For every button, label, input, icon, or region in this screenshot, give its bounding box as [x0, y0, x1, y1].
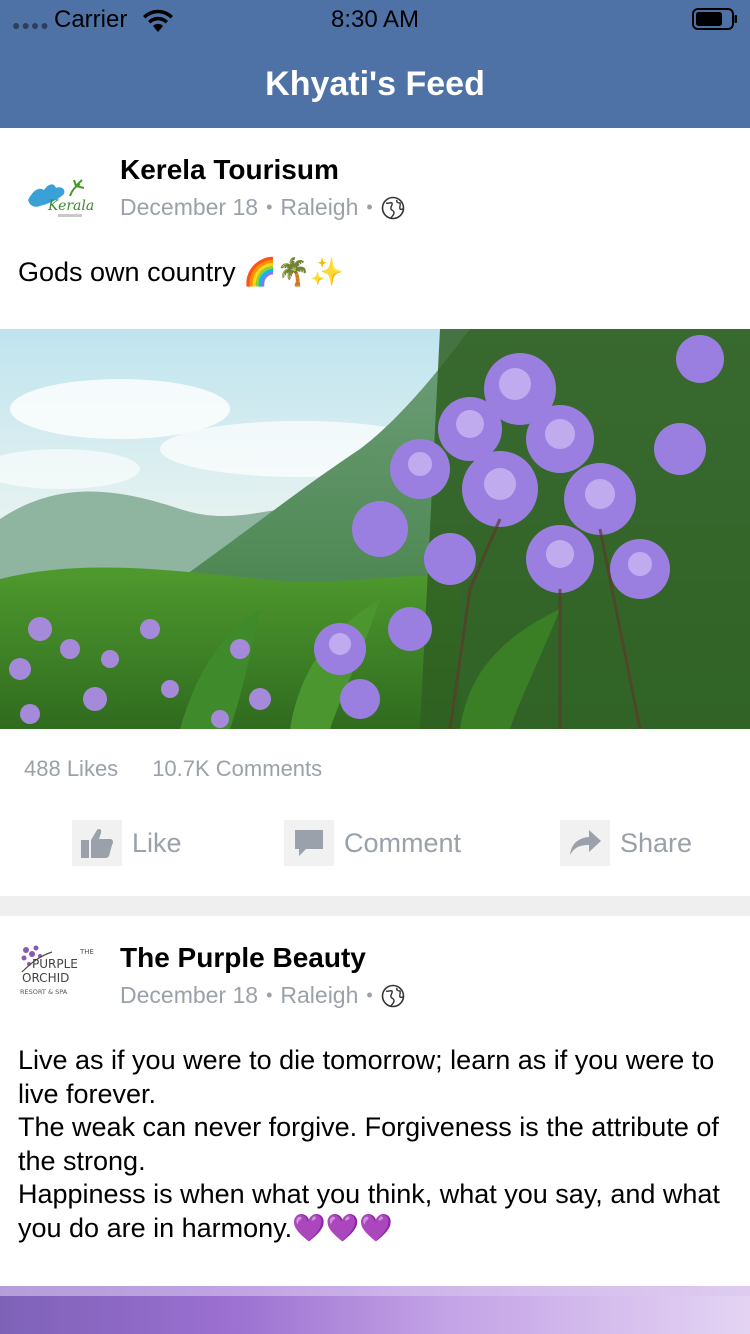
post-meta: December 18 • Raleigh •: [120, 982, 405, 1009]
purple-landscape-image: [0, 1286, 750, 1334]
avatar[interactable]: Kerala: [18, 156, 96, 234]
meta-separator: •: [266, 985, 273, 1005]
like-button[interactable]: Like: [72, 818, 182, 868]
avatar[interactable]: THE PURPLE ORCHID RESORT & SPA: [18, 942, 102, 1020]
meta-separator: •: [366, 985, 373, 1005]
status-bar: ●●●● Carrier 8:30 AM: [0, 0, 750, 40]
post-text: Live as if you were to die tomorrow; lea…: [18, 1045, 720, 1243]
post-divider: [0, 896, 750, 916]
logo-line: PURPLE: [32, 957, 78, 971]
logo-line: THE: [79, 948, 94, 956]
thumbs-up-icon: [72, 820, 122, 866]
meta-separator: •: [266, 197, 273, 217]
globe-icon: [381, 984, 405, 1007]
post-date: December 18: [120, 982, 259, 1008]
post-image[interactable]: [0, 329, 750, 729]
post-location: Raleigh: [280, 194, 359, 220]
feed-post: THE PURPLE ORCHID RESORT & SPA The Purpl…: [0, 916, 750, 1334]
clock: 8:30 AM: [330, 6, 420, 33]
post-location: Raleigh: [280, 982, 359, 1008]
page-title: Khyati's Feed: [265, 65, 485, 103]
comment-label: Comment: [344, 827, 462, 858]
meta-separator: •: [366, 197, 373, 217]
comments-count[interactable]: 10.7K Comments: [152, 756, 322, 782]
likes-count[interactable]: 488 Likes: [24, 756, 118, 782]
navigation-bar: ●●●● Carrier 8:30 AM Khyati's Feed: [0, 0, 750, 128]
battery-icon: [692, 8, 737, 30]
logo-line: ORCHID: [22, 971, 69, 985]
share-arrow-icon: [560, 820, 610, 866]
comment-button[interactable]: Comment: [284, 818, 461, 868]
purple-orchid-logo: THE PURPLE ORCHID RESORT & SPA: [20, 945, 94, 996]
like-label: Like: [132, 827, 182, 858]
comment-bubble-icon: [284, 820, 334, 866]
post-meta: December 18 • Raleigh •: [120, 194, 405, 221]
globe-icon: [381, 196, 405, 219]
post-author[interactable]: The Purple Beauty: [120, 942, 366, 974]
kerala-tourism-logo: Kerala: [18, 156, 96, 234]
post-stats: 488 Likes 10.7K Comments: [24, 756, 322, 782]
post-date: December 18: [120, 194, 259, 220]
logo-line: RESORT & SPA: [20, 988, 68, 996]
post-author[interactable]: Kerela Tourisum: [120, 154, 339, 186]
share-button[interactable]: Share: [560, 818, 692, 868]
logo-text: Kerala: [47, 198, 94, 214]
post-image[interactable]: [0, 1286, 750, 1334]
landscape-flowers-image: [0, 329, 750, 729]
share-label: Share: [620, 827, 693, 858]
post-actions: Like Comment Share: [0, 818, 750, 886]
feed-post: Kerala Kerela Tourisum December 18 • Ral…: [0, 128, 750, 896]
post-text: Gods own country 🌈🌴✨: [18, 257, 344, 287]
